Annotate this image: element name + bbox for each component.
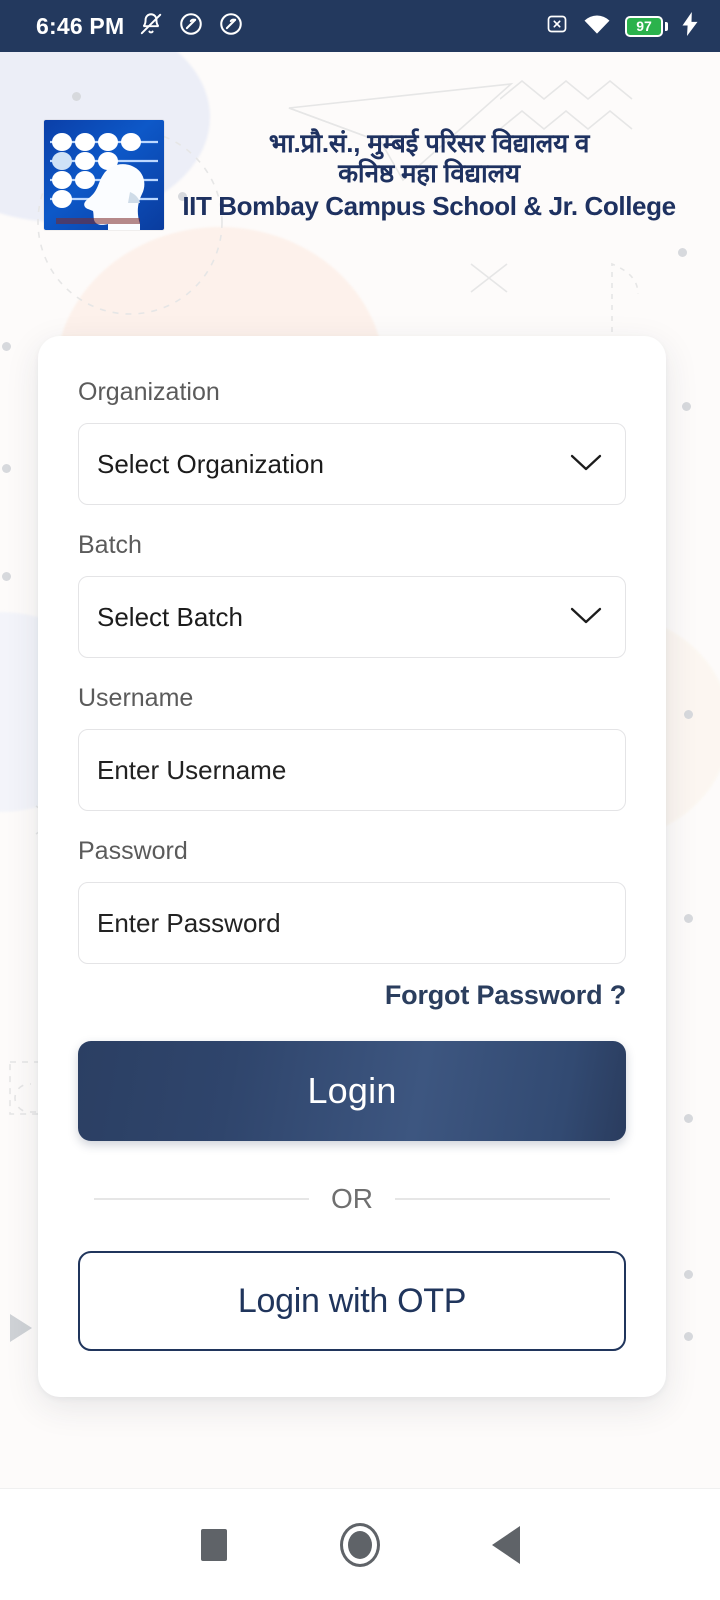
wifi-icon <box>583 13 611 40</box>
nav-home-button[interactable] <box>287 1489 433 1600</box>
divider-line-left <box>94 1198 309 1200</box>
sim-missing-icon <box>545 12 569 41</box>
chevron-down-icon <box>569 451 603 478</box>
background-dot <box>2 572 11 581</box>
school-logo-icon <box>44 120 165 230</box>
background-dot <box>684 1114 693 1123</box>
android-navigation-bar <box>0 1488 720 1600</box>
nav-back-button[interactable] <box>433 1489 579 1600</box>
organization-select-value: Select Organization <box>97 449 324 479</box>
background-dot <box>682 402 691 411</box>
school-name-english: IIT Bombay Campus School & Jr. College <box>182 191 676 222</box>
background-dot <box>72 92 81 101</box>
password-input-placeholder: Enter Password <box>97 908 281 938</box>
login-card: Organization Select Organization Batch S… <box>38 336 666 1397</box>
dnd-circle-icon <box>178 11 204 42</box>
or-divider: OR <box>78 1185 626 1213</box>
bell-muted-icon <box>138 11 164 42</box>
status-bar-right: 97 <box>545 11 698 41</box>
status-clock: 6:46 PM <box>36 12 125 39</box>
battery-icon: 97 <box>625 15 668 37</box>
login-button[interactable]: Login <box>78 1041 626 1141</box>
forgot-password-row: Forgot Password ? <box>78 982 626 1009</box>
status-bar-left: 6:46 PM <box>36 11 244 42</box>
organization-select[interactable]: Select Organization <box>78 423 626 505</box>
batch-label: Batch <box>78 531 142 559</box>
school-name-hindi-line1: भा.प्रौ.सं., मुम्बई परिसर विद्यालय व <box>268 127 590 158</box>
back-triangle-icon <box>492 1525 520 1564</box>
status-bar: 6:46 PM 97 <box>0 0 720 52</box>
dnd-circle-icon <box>218 11 244 42</box>
school-name-hindi-line2: कनिष्ठ महा विद्यालय <box>338 158 520 189</box>
batch-select-value: Select Batch <box>97 602 243 632</box>
organization-label: Organization <box>78 378 220 406</box>
background-dot <box>684 710 693 719</box>
school-name-block: भा.प्रौ.सं., मुम्बई परिसर विद्यालय व कनि… <box>182 127 676 223</box>
password-label: Password <box>78 837 188 865</box>
battery-percent-label: 97 <box>636 18 652 34</box>
background-dot <box>684 1332 693 1341</box>
username-input[interactable]: Enter Username <box>78 729 626 811</box>
chevron-down-icon <box>569 604 603 631</box>
or-label: OR <box>331 1183 373 1214</box>
login-button-label: Login <box>307 1070 397 1111</box>
phone-screen: 6:46 PM 97 भा.प्रौ.सं., मुम्बई परिसर विद… <box>0 0 720 1600</box>
batch-select[interactable]: Select Batch <box>78 576 626 658</box>
username-label: Username <box>78 684 194 712</box>
charging-bolt-icon <box>682 11 698 41</box>
cross-doodle <box>470 263 508 293</box>
login-with-otp-button[interactable]: Login with OTP <box>78 1251 626 1351</box>
background-dot <box>684 914 693 923</box>
background-dot <box>2 464 11 473</box>
home-circle-icon <box>340 1522 380 1567</box>
recents-square-icon <box>201 1528 227 1561</box>
divider-line-right <box>395 1198 610 1200</box>
play-triangle-doodle <box>10 1314 32 1342</box>
nav-recents-button[interactable] <box>141 1489 287 1600</box>
background-dot <box>2 342 11 351</box>
forgot-password-link[interactable]: Forgot Password ? <box>385 982 626 1009</box>
password-input[interactable]: Enter Password <box>78 882 626 964</box>
login-with-otp-label: Login with OTP <box>237 1282 467 1320</box>
school-logo-header: भा.प्रौ.सं., मुम्बई परिसर विद्यालय व कनि… <box>0 120 720 230</box>
background-dot <box>684 1270 693 1279</box>
background-dot <box>678 248 687 257</box>
username-input-placeholder: Enter Username <box>97 755 287 785</box>
